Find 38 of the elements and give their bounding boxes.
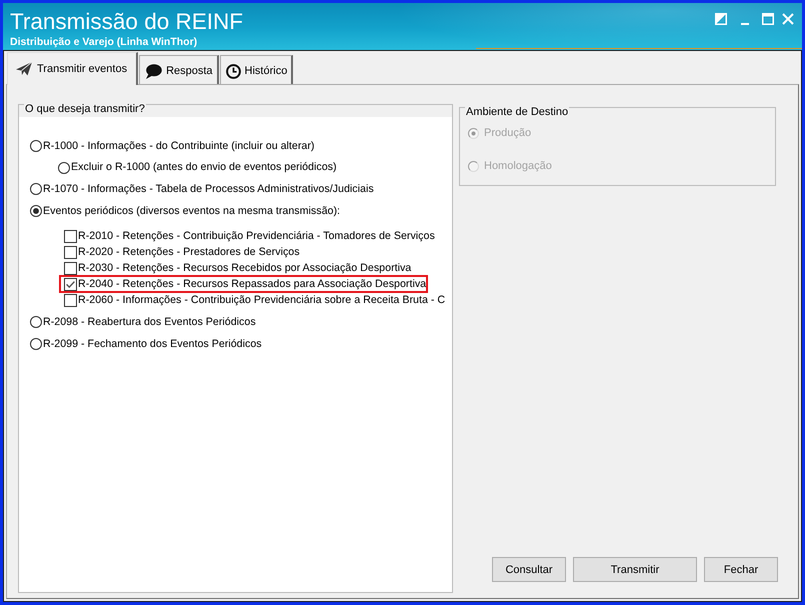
- checkbox-label[interactable]: R-2040 - Retenções - Recursos Repassados para Associação Desportiva: [78, 278, 426, 290]
- split-square-icon[interactable]: [715, 13, 727, 25]
- radio-button[interactable]: [30, 183, 42, 195]
- close-button[interactable]: Fechar: [704, 557, 778, 582]
- checkbox-label[interactable]: R-2010 - Retenções - Contribuição Previdenciária - Tomadores de Serviços: [78, 230, 435, 242]
- tab[interactable]: Histórico: [220, 55, 294, 84]
- radio-button[interactable]: [30, 140, 42, 152]
- checkbox[interactable]: [64, 246, 77, 258]
- radio-label[interactable]: Excluir o R-1000 (antes do envio de eventos periódicos): [71, 161, 337, 174]
- radio-label[interactable]: R-2098 - Reabertura dos Eventos Periódicos: [43, 316, 256, 328]
- checkbox-label[interactable]: R-2060 - Informações - Contribuição Previdenciária sobre a Receita Bruta - C: [78, 294, 446, 306]
- radio-button[interactable]: [30, 205, 42, 217]
- checkbox[interactable]: [64, 294, 77, 306]
- radio-button[interactable]: [30, 316, 42, 328]
- radio-button[interactable]: [58, 162, 70, 174]
- radio-button[interactable]: [30, 338, 42, 350]
- maximize-icon[interactable]: [762, 13, 774, 25]
- tab[interactable]: Resposta: [139, 55, 219, 84]
- checkbox[interactable]: [64, 262, 77, 274]
- radio-label[interactable]: R-2099 - Fechamento dos Eventos Periódicos: [43, 338, 262, 350]
- checkbox-label[interactable]: R-2020 - Retenções - Prestadores de Serviços: [78, 246, 300, 258]
- window-title: Transmissão do REINF: [10, 9, 243, 35]
- tab[interactable]: Transmitir eventos: [7, 52, 138, 85]
- checkbox[interactable]: [64, 278, 77, 290]
- checkbox-label[interactable]: R-2030 - Retenções - Recursos Recebidos por Associação Desportiva: [78, 262, 412, 274]
- transmit-button[interactable]: Transmitir: [573, 557, 697, 582]
- radio-label[interactable]: R-1000 - Informações - do Contribuinte (incluir ou alterar): [43, 140, 314, 152]
- speech-bubble-icon: [145, 64, 162, 78]
- radio-label[interactable]: Eventos periódicos (diversos eventos na mesma transmissão):: [43, 204, 340, 218]
- clock-icon: [226, 64, 241, 78]
- close-icon[interactable]: [782, 13, 794, 25]
- check-icon: [66, 280, 75, 288]
- window-subtitle: Distribuição e Varejo (Linha WinThor): [10, 36, 198, 48]
- checkbox[interactable]: [64, 230, 77, 242]
- paper-plane-icon: [16, 62, 32, 76]
- group-title: O que deseja transmitir?: [24, 103, 146, 116]
- query-button[interactable]: Consultar: [492, 557, 566, 582]
- radio-label[interactable]: R-1070 - Informações - Tabela de Processos Administrativos/Judiciais: [43, 182, 374, 196]
